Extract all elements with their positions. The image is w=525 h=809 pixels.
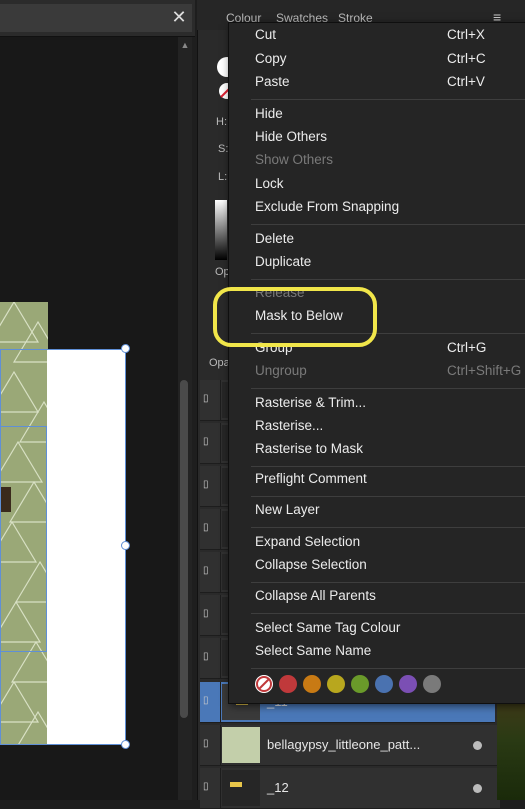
menu-item-rasterise[interactable]: Rasterise... bbox=[255, 418, 323, 433]
selection-handle-top-right[interactable] bbox=[121, 344, 130, 353]
menu-separator bbox=[251, 527, 525, 528]
menu-item-exclude-from-snapping[interactable]: Exclude From Snapping bbox=[255, 199, 399, 214]
scrollbar-thumb[interactable] bbox=[180, 380, 188, 718]
menu-separator bbox=[251, 668, 525, 669]
menu-separator bbox=[251, 613, 525, 614]
selection-handle-bottom-right[interactable] bbox=[121, 740, 130, 749]
layer-thumbnail bbox=[222, 770, 260, 806]
tag-colour-blue[interactable] bbox=[375, 675, 393, 693]
visibility-icon[interactable] bbox=[473, 784, 482, 793]
tag-colour-yellow[interactable] bbox=[327, 675, 345, 693]
saturation-label: S: bbox=[218, 143, 229, 155]
tag-colour-orange[interactable] bbox=[303, 675, 321, 693]
menu-item-collapse-all-parents[interactable]: Collapse All Parents bbox=[255, 588, 376, 603]
tag-colour-none-icon[interactable] bbox=[255, 675, 273, 693]
layer-name: _12 bbox=[267, 780, 289, 795]
menu-separator bbox=[251, 582, 525, 583]
document-tab[interactable] bbox=[0, 4, 192, 32]
shortcut-cut: Ctrl+X bbox=[447, 27, 485, 42]
menu-item-select-same-tag-colour[interactable]: Select Same Tag Colour bbox=[255, 620, 400, 635]
tag-colour-purple[interactable] bbox=[399, 675, 417, 693]
lock-icon[interactable]: ▯ bbox=[203, 695, 215, 709]
menu-item-select-same-name[interactable]: Select Same Name bbox=[255, 643, 371, 658]
menu-item-delete[interactable]: Delete bbox=[255, 231, 294, 246]
menu-item-cut[interactable]: Cut bbox=[255, 27, 276, 42]
menu-item-show-others: Show Others bbox=[255, 152, 334, 167]
menu-item-rasterise-to-mask[interactable]: Rasterise to Mask bbox=[255, 441, 363, 456]
lock-icon[interactable]: ▯ bbox=[203, 393, 215, 407]
lock-icon[interactable]: ▯ bbox=[203, 781, 215, 795]
shortcut-copy: Ctrl+C bbox=[447, 51, 486, 66]
selection-handle-right[interactable] bbox=[121, 541, 130, 550]
lock-icon[interactable]: ▯ bbox=[203, 522, 215, 536]
tag-colour-grey[interactable] bbox=[423, 675, 441, 693]
menu-item-preflight-comment[interactable]: Preflight Comment bbox=[255, 471, 367, 486]
lock-icon[interactable]: ▯ bbox=[203, 608, 215, 622]
menu-separator bbox=[251, 388, 525, 389]
context-menu: Cut Ctrl+X Copy Ctrl+C Paste Ctrl+V Hide… bbox=[228, 22, 525, 704]
menu-item-paste[interactable]: Paste bbox=[255, 74, 290, 89]
menu-item-rasterise-trim[interactable]: Rasterise & Trim... bbox=[255, 395, 366, 410]
menu-item-lock[interactable]: Lock bbox=[255, 176, 284, 191]
menu-separator bbox=[251, 279, 525, 280]
lock-icon[interactable]: ▯ bbox=[203, 479, 215, 493]
shortcut-group: Ctrl+G bbox=[447, 340, 487, 355]
menu-item-copy[interactable]: Copy bbox=[255, 51, 287, 66]
selection-box[interactable] bbox=[0, 349, 126, 745]
menu-item-ungroup: Ungroup bbox=[255, 363, 307, 378]
lightness-gradient[interactable] bbox=[215, 200, 227, 260]
layer-name: bellagypsy_littleone_patt... bbox=[267, 737, 421, 752]
tag-colour-green[interactable] bbox=[351, 675, 369, 693]
menu-item-collapse-selection[interactable]: Collapse Selection bbox=[255, 557, 367, 572]
close-icon[interactable]: ✕ bbox=[170, 7, 188, 27]
layers-opacity-label: Opa bbox=[209, 357, 230, 369]
lock-icon[interactable]: ▯ bbox=[203, 436, 215, 450]
layer-thumbnail bbox=[222, 727, 260, 763]
hue-label: H: bbox=[216, 116, 227, 128]
tag-colour-red[interactable] bbox=[279, 675, 297, 693]
menu-separator bbox=[251, 99, 525, 100]
menu-separator bbox=[251, 466, 525, 467]
menu-separator bbox=[251, 224, 525, 225]
visibility-icon[interactable] bbox=[473, 741, 482, 750]
menu-item-new-layer[interactable]: New Layer bbox=[255, 502, 320, 517]
menu-separator bbox=[251, 496, 525, 497]
layer-row[interactable]: ▯ _12 bbox=[200, 768, 500, 809]
menu-item-hide[interactable]: Hide bbox=[255, 106, 283, 121]
lightness-label: L: bbox=[218, 171, 228, 183]
lock-icon[interactable]: ▯ bbox=[203, 651, 215, 665]
annotation-highlight-circle bbox=[213, 287, 377, 347]
scroll-up-icon[interactable]: ▲ bbox=[179, 40, 191, 52]
lock-icon[interactable]: ▯ bbox=[203, 565, 215, 579]
shortcut-paste: Ctrl+V bbox=[447, 74, 485, 89]
lock-icon[interactable]: ▯ bbox=[203, 738, 215, 752]
shortcut-ungroup: Ctrl+Shift+G bbox=[447, 363, 522, 378]
menu-item-expand-selection[interactable]: Expand Selection bbox=[255, 534, 360, 549]
menu-item-hide-others[interactable]: Hide Others bbox=[255, 129, 327, 144]
menu-item-duplicate[interactable]: Duplicate bbox=[255, 254, 311, 269]
layer-row[interactable]: ▯ bellagypsy_littleone_patt... bbox=[200, 725, 500, 766]
